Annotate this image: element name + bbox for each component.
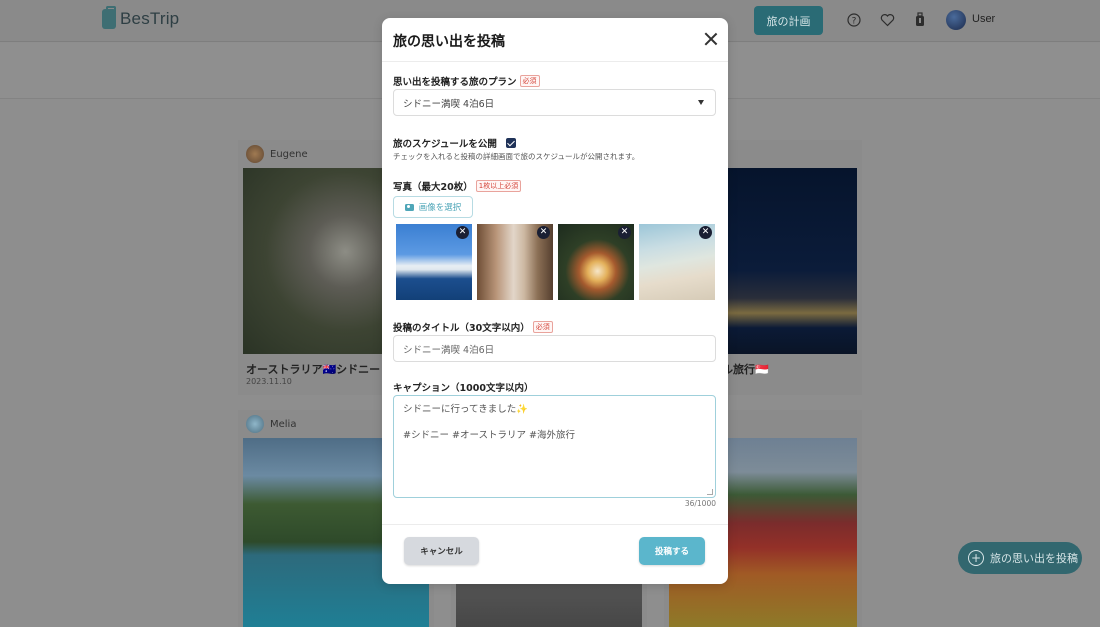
required-badge: 必須: [532, 321, 553, 333]
plan-select[interactable]: シドニー満喫 4泊6日: [393, 89, 716, 116]
publish-hint: チェックを入れると投稿の詳細画面で旅のスケジュールが公開されます。: [393, 152, 640, 161]
caption-line: #シドニー #オーストラリア #海外旅行: [403, 430, 575, 441]
publish-field-label: 旅のスケジュールを公開: [393, 136, 516, 150]
photo-label-text: 写真（最大20枚）: [393, 182, 473, 193]
caption-field-label: キャプション（1000文字以内）: [393, 380, 533, 394]
plus-icon: +: [968, 550, 984, 566]
user-avatar[interactable]: [946, 10, 966, 30]
plan-trip-button[interactable]: 旅の計画: [754, 6, 823, 35]
heart-icon[interactable]: [879, 12, 895, 28]
publish-checkbox[interactable]: [505, 138, 516, 148]
post-title-input[interactable]: シドニー満喫 4泊6日: [393, 335, 716, 362]
title-field-label: 投稿のタイトル（30文字以内） 必須: [393, 320, 553, 334]
divider: [382, 524, 728, 525]
card-title: ル旅行🇸🇬: [722, 363, 769, 376]
publish-label-text: 旅のスケジュールを公開: [393, 139, 497, 150]
beach-photo: ✕: [639, 224, 715, 300]
post-memory-fab[interactable]: + 旅の思い出を投稿: [958, 542, 1082, 574]
card-date: 2023.11.10: [246, 377, 292, 386]
required-badge: 1枚以上必須: [475, 180, 522, 192]
title-label-text: 投稿のタイトル（30文字以内）: [393, 323, 530, 334]
remove-photo-icon[interactable]: ✕: [618, 226, 631, 239]
chevron-down-icon: [698, 100, 704, 105]
logo[interactable]: BesTrip: [102, 6, 180, 29]
remove-photo-icon[interactable]: ✕: [456, 226, 469, 239]
suitcase-logo-icon: [102, 6, 116, 29]
resize-handle-icon[interactable]: [707, 489, 713, 495]
remove-photo-icon[interactable]: ✕: [699, 226, 712, 239]
plan-label-text: 思い出を投稿する旅のプラン: [393, 77, 517, 88]
required-badge: 必須: [519, 75, 540, 87]
close-icon[interactable]: [704, 32, 718, 46]
plan-select-value: シドニー満喫 4泊6日: [403, 98, 495, 110]
card-username: Melia: [270, 418, 297, 430]
modal-title: 旅の思い出を投稿: [393, 34, 505, 50]
food-photo: ✕: [558, 224, 634, 300]
plan-field-label: 思い出を投稿する旅のプラン 必須: [393, 74, 540, 88]
cancel-button[interactable]: キャンセル: [404, 537, 479, 565]
remove-photo-icon[interactable]: ✕: [537, 226, 550, 239]
caption-textarea[interactable]: シドニーに行ってきました✨ #シドニー #オーストラリア #海外旅行: [393, 395, 716, 498]
select-image-button[interactable]: 画像を選択: [393, 196, 473, 218]
avatar: [246, 145, 264, 163]
character-count: 36/1000: [684, 499, 716, 508]
post-memory-modal: 旅の思い出を投稿 思い出を投稿する旅のプラン 必須 シドニー満喫 4泊6日 旅の…: [382, 18, 728, 584]
fab-label: 旅の思い出を投稿: [990, 552, 1078, 565]
logo-text: BesTrip: [120, 9, 180, 28]
card-title: オーストラリア🇦🇺シドニー: [246, 363, 381, 376]
luggage-icon[interactable]: [912, 12, 928, 28]
user-name[interactable]: User: [972, 13, 995, 25]
help-icon[interactable]: ?: [846, 12, 862, 28]
street-photo: ✕: [477, 224, 553, 300]
post-title-value: シドニー満喫 4泊6日: [403, 344, 495, 356]
select-image-label: 画像を選択: [418, 203, 462, 213]
caption-label-text: キャプション（1000文字以内）: [393, 383, 534, 394]
submit-post-button[interactable]: 投稿する: [639, 537, 705, 565]
avatar: [246, 415, 264, 433]
opera-house-photo: ✕: [396, 224, 472, 300]
card-username: Eugene: [270, 148, 308, 160]
camera-icon: [404, 203, 414, 211]
caption-line: シドニーに行ってきました✨: [403, 404, 529, 415]
photo-field-label: 写真（最大20枚） 1枚以上必須: [393, 179, 522, 193]
divider: [382, 61, 728, 62]
svg-text:?: ?: [852, 17, 857, 27]
